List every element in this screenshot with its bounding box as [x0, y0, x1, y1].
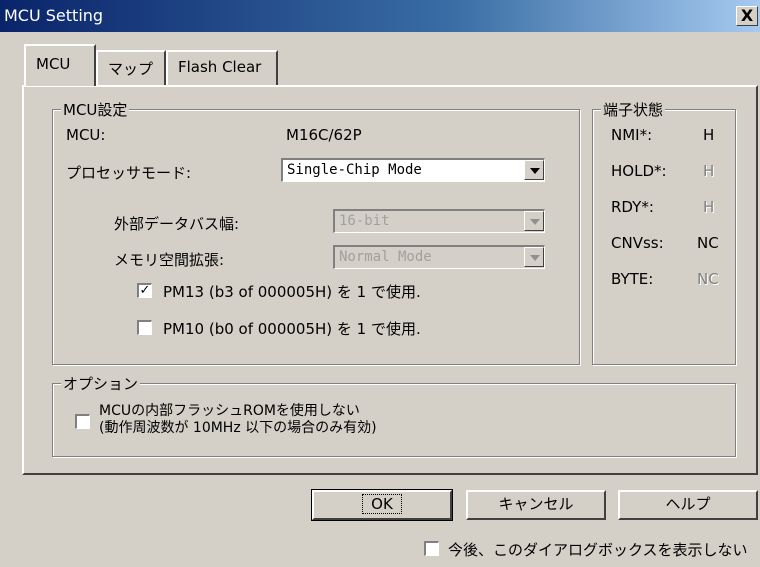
tab-mcu-label: MCU — [36, 55, 71, 73]
pin-hold-value: H — [703, 162, 715, 180]
pin-byte-label: BYTE: — [611, 270, 654, 288]
dont-show-checkbox[interactable] — [424, 541, 439, 556]
ok-button[interactable]: OK — [311, 489, 453, 521]
checkmark-icon: ✓ — [139, 283, 151, 298]
help-label: ヘルプ — [665, 495, 711, 513]
processor-mode-value: Single-Chip Mode — [287, 162, 422, 178]
cancel-button[interactable]: キャンセル — [466, 490, 606, 520]
memory-expansion-select: Normal Mode — [333, 245, 545, 269]
no-internal-flash-note: (動作周波数が 10MHz 以下の場合のみ有効) — [99, 420, 377, 436]
pin-cnvss-label: CNVss: — [611, 234, 664, 252]
pin-nmi-value: H — [703, 126, 715, 144]
processor-mode-select[interactable]: Single-Chip Mode — [281, 158, 545, 182]
pin-rdy-value: H — [703, 198, 715, 216]
memory-expansion-label: メモリ空間拡張: — [114, 251, 225, 269]
pin-state-group: 端子状態 NMI*: H HOLD*: H RDY*: H CNVss: NC … — [592, 99, 736, 365]
tab-flash-clear-label: Flash Clear — [178, 58, 262, 76]
tab-map-label: マップ — [108, 60, 154, 78]
bus-width-label: 外部データバス幅: — [114, 215, 240, 233]
option-group: オプション MCUの内部フラッシュROMを使用しない (動作周波数が 10MHz… — [52, 373, 736, 457]
pin-byte-value: NC — [697, 270, 719, 288]
pm13-label: PM13 (b3 of 000005H) を 1 で使用. — [163, 283, 421, 301]
tab-map[interactable]: マップ — [96, 50, 166, 86]
pm10-label: PM10 (b0 of 000005H) を 1 で使用. — [163, 320, 421, 338]
mcu-settings-group: MCU設定 MCU: M16C/62P プロセッサモード: Single-Chi… — [52, 99, 580, 365]
chevron-down-icon[interactable] — [524, 160, 544, 180]
tab-flash-clear[interactable]: Flash Clear — [166, 50, 278, 86]
chevron-down-icon — [524, 211, 544, 231]
pm10-checkbox[interactable] — [137, 320, 152, 335]
chevron-down-icon — [524, 247, 544, 267]
help-button[interactable]: ヘルプ — [618, 490, 758, 520]
mcu-label: MCU: — [66, 126, 106, 144]
mcu-tab-panel: MCU設定 MCU: M16C/62P プロセッサモード: Single-Chi… — [22, 85, 758, 475]
cancel-label: キャンセル — [498, 495, 574, 513]
ok-label: OK — [362, 494, 402, 514]
pm13-checkbox[interactable]: ✓ — [137, 283, 152, 298]
mcu-value: M16C/62P — [286, 126, 362, 144]
pin-hold-label: HOLD*: — [611, 162, 667, 180]
memory-expansion-value: Normal Mode — [339, 249, 432, 265]
pin-cnvss-value: NC — [697, 234, 719, 252]
tab-mcu[interactable]: MCU — [24, 44, 96, 86]
bus-width-value: 16-bit — [339, 213, 390, 229]
mcu-settings-legend: MCU設定 — [61, 99, 130, 120]
pin-nmi-label: NMI*: — [611, 126, 653, 144]
pin-state-legend: 端子状態 — [601, 99, 666, 120]
window-title: MCU Setting — [4, 6, 104, 25]
no-internal-flash-checkbox[interactable] — [75, 414, 90, 429]
close-button[interactable]: X — [736, 6, 758, 26]
bus-width-select: 16-bit — [333, 209, 545, 233]
title-bar: MCU Setting X — [0, 0, 760, 32]
close-icon: X — [740, 6, 754, 25]
option-legend: オプション — [61, 373, 141, 394]
pin-rdy-label: RDY*: — [611, 198, 654, 216]
processor-mode-label: プロセッサモード: — [66, 164, 192, 182]
dont-show-label: 今後、このダイアログボックスを表示しない — [448, 541, 748, 559]
